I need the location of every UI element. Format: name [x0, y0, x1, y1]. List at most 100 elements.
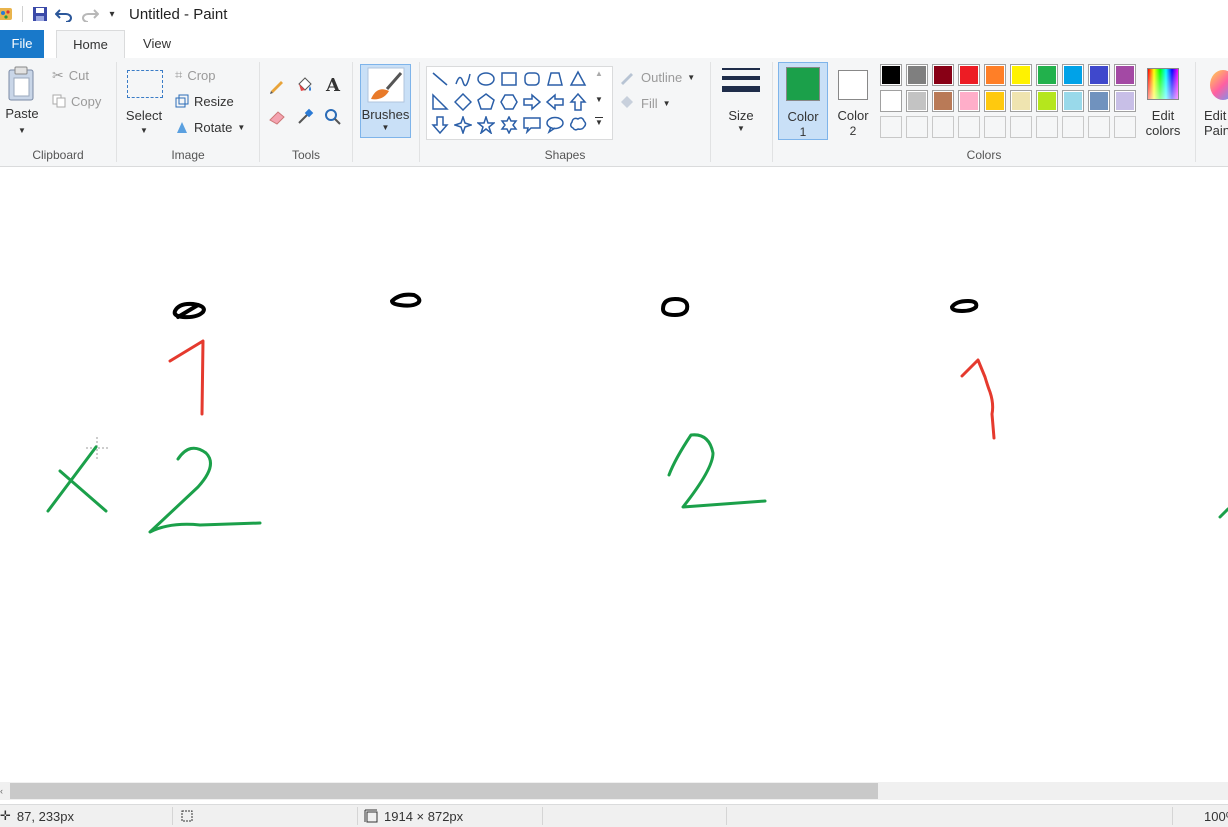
palette-color-swatch[interactable]	[880, 90, 902, 112]
polygon-shape-icon[interactable]	[544, 68, 566, 90]
color-picker-icon[interactable]	[294, 106, 316, 128]
oval-shape-icon[interactable]	[475, 68, 497, 90]
palette-color-swatch[interactable]	[958, 64, 980, 86]
resize-button[interactable]: Resize	[175, 90, 234, 112]
shapes-scroll-up-icon[interactable]: ▲	[595, 69, 603, 78]
paint-app-icon[interactable]	[0, 2, 16, 26]
drawing-canvas[interactable]	[0, 167, 1228, 782]
crop-button[interactable]: ⌗ Crop	[175, 64, 216, 86]
shapes-scroll-down-icon[interactable]: ▼	[595, 95, 603, 104]
tab-file[interactable]: File	[0, 30, 44, 58]
brush-icon	[367, 67, 405, 103]
palette-color-swatch[interactable]	[984, 90, 1006, 112]
color2-button[interactable]: Color 2	[830, 62, 876, 140]
palette-empty-swatch[interactable]	[1062, 116, 1084, 138]
cloud-callout-icon[interactable]	[567, 114, 589, 136]
pentagon-shape-icon[interactable]	[475, 91, 497, 113]
palette-empty-swatch[interactable]	[880, 116, 902, 138]
shapes-more-icon[interactable]: ▼	[595, 117, 603, 127]
right-arrow-shape-icon[interactable]	[521, 91, 543, 113]
palette-color-swatch[interactable]	[906, 64, 928, 86]
rectangle-shape-icon[interactable]	[498, 68, 520, 90]
palette-color-swatch[interactable]	[880, 64, 902, 86]
palette-empty-swatch[interactable]	[984, 116, 1006, 138]
customize-quick-access-icon[interactable]: ▾	[103, 2, 121, 26]
ribbon-tabs: File Home View	[0, 30, 1228, 60]
palette-color-swatch[interactable]	[1010, 90, 1032, 112]
palette-color-swatch[interactable]	[1114, 64, 1136, 86]
scrollbar-thumb[interactable]	[10, 783, 878, 799]
fill-dropdown-icon[interactable]: ▼	[663, 99, 671, 108]
curve-shape-icon[interactable]	[452, 68, 474, 90]
horizontal-scrollbar[interactable]: ‹	[0, 782, 1228, 800]
palette-color-swatch[interactable]	[1036, 90, 1058, 112]
up-arrow-shape-icon[interactable]	[567, 91, 589, 113]
palette-color-swatch[interactable]	[932, 64, 954, 86]
paste-button[interactable]: Paste ▼	[2, 64, 42, 140]
redo-icon[interactable]	[77, 2, 103, 26]
undo-icon[interactable]	[51, 2, 77, 26]
pencil-icon[interactable]	[266, 74, 288, 96]
edit-with-paint3d-button[interactable]: Edit Pain	[1198, 64, 1228, 140]
text-icon[interactable]: A	[322, 74, 344, 96]
brushes-button[interactable]: Brushes ▼	[360, 64, 411, 138]
green-digit-2-left	[148, 446, 262, 534]
tab-home[interactable]: Home	[56, 30, 125, 60]
size-dropdown-icon[interactable]: ▼	[716, 124, 766, 133]
palette-empty-swatch[interactable]	[1114, 116, 1136, 138]
magnifier-icon[interactable]	[322, 106, 344, 128]
brushes-dropdown-icon[interactable]: ▼	[361, 123, 410, 132]
hexagon-shape-icon[interactable]	[498, 91, 520, 113]
palette-color-swatch[interactable]	[958, 90, 980, 112]
palette-color-swatch[interactable]	[1114, 90, 1136, 112]
edit-colors-button[interactable]: Edit colors	[1140, 64, 1186, 140]
outline-button[interactable]: Outline ▼	[618, 66, 695, 88]
palette-color-swatch[interactable]	[1010, 64, 1032, 86]
rounded-rectangle-shape-icon[interactable]	[521, 68, 543, 90]
fill-bucket-icon[interactable]	[294, 74, 316, 96]
rotate-dropdown-icon[interactable]: ▼	[237, 123, 245, 132]
tab-view[interactable]: View	[130, 30, 184, 58]
oval-callout-icon[interactable]	[544, 114, 566, 136]
resize-icon	[175, 94, 189, 108]
palette-empty-swatch[interactable]	[1010, 116, 1032, 138]
scroll-left-icon[interactable]: ‹	[0, 782, 10, 800]
diamond-shape-icon[interactable]	[452, 91, 474, 113]
palette-color-swatch[interactable]	[1036, 64, 1058, 86]
palette-color-swatch[interactable]	[932, 90, 954, 112]
color1-button[interactable]: Color 1	[778, 62, 828, 140]
cut-button[interactable]: ✂ Cut	[52, 64, 89, 86]
six-point-star-icon[interactable]	[498, 114, 520, 136]
palette-color-swatch[interactable]	[1062, 64, 1084, 86]
five-point-star-icon[interactable]	[475, 114, 497, 136]
outline-dropdown-icon[interactable]: ▼	[687, 73, 695, 82]
select-button[interactable]: Select ▼	[123, 66, 165, 142]
palette-color-swatch[interactable]	[1088, 90, 1110, 112]
size-button[interactable]: Size ▼	[716, 64, 766, 140]
palette-empty-swatch[interactable]	[958, 116, 980, 138]
palette-empty-swatch[interactable]	[1088, 116, 1110, 138]
save-icon[interactable]	[29, 2, 51, 26]
color1-number: 1	[799, 125, 807, 139]
palette-color-swatch[interactable]	[1088, 64, 1110, 86]
palette-color-swatch[interactable]	[1062, 90, 1084, 112]
line-shape-icon[interactable]	[429, 68, 451, 90]
palette-empty-swatch[interactable]	[932, 116, 954, 138]
right-triangle-shape-icon[interactable]	[429, 91, 451, 113]
palette-empty-swatch[interactable]	[1036, 116, 1058, 138]
fill-button[interactable]: Fill ▼	[618, 92, 671, 114]
copy-button[interactable]: Copy	[52, 90, 101, 112]
rotate-button[interactable]: Rotate ▼	[175, 116, 245, 138]
rect-callout-icon[interactable]	[521, 114, 543, 136]
palette-color-swatch[interactable]	[906, 90, 928, 112]
select-dropdown-icon[interactable]: ▼	[123, 126, 165, 135]
paste-dropdown-icon[interactable]: ▼	[2, 126, 42, 135]
palette-empty-swatch[interactable]	[906, 116, 928, 138]
down-arrow-shape-icon[interactable]	[429, 114, 451, 136]
eraser-icon[interactable]	[266, 106, 288, 128]
triangle-shape-icon[interactable]	[567, 68, 589, 90]
palette-color-swatch[interactable]	[984, 64, 1006, 86]
four-point-star-icon[interactable]	[452, 114, 474, 136]
left-arrow-shape-icon[interactable]	[544, 91, 566, 113]
copy-icon	[52, 94, 66, 108]
